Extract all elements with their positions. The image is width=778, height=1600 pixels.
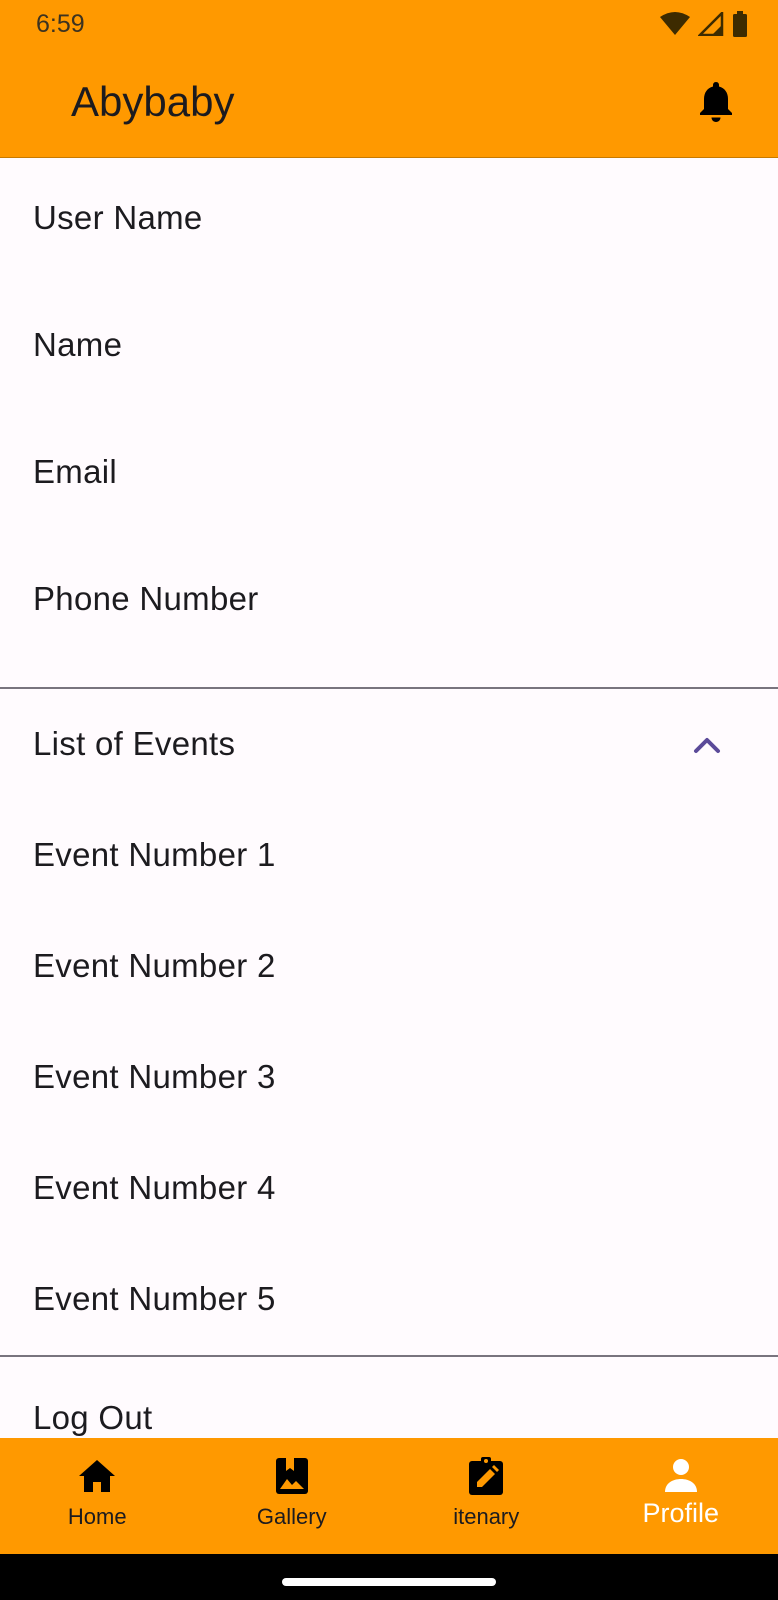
section-divider [0, 1355, 778, 1357]
app-title: Abybaby [71, 78, 235, 125]
nav-itenary-label: itenary [453, 1504, 520, 1529]
battery-icon [733, 11, 747, 37]
signal-icon [698, 12, 724, 36]
nav-home[interactable]: Home [0, 1438, 195, 1554]
status-time: 6:59 [36, 10, 85, 38]
event-item[interactable]: Event Number 3 [33, 1058, 276, 1096]
profile-field-email[interactable]: Email [33, 453, 117, 491]
events-header[interactable]: List of Events [33, 725, 235, 763]
home-gesture-handle[interactable] [282, 1578, 496, 1586]
nav-profile[interactable]: Profile [584, 1438, 778, 1554]
status-bar: 6:59 [0, 0, 778, 48]
system-gesture-bar [0, 1554, 778, 1600]
nav-gallery-label: Gallery [256, 1504, 327, 1529]
profile-field-phone-number[interactable]: Phone Number [33, 580, 259, 618]
event-item[interactable]: Event Number 1 [33, 836, 276, 874]
profile-field-name[interactable]: Name [33, 326, 122, 364]
app-bar: Abybaby [0, 48, 778, 158]
person-icon [664, 1459, 697, 1492]
gallery-icon [275, 1458, 308, 1494]
bottom-navigation: Home Gallery itenary Profile [0, 1438, 778, 1554]
bell-icon[interactable] [696, 80, 736, 124]
status-icons [660, 10, 748, 38]
nav-itenary[interactable]: itenary [389, 1438, 584, 1554]
event-item[interactable]: Event Number 5 [33, 1280, 276, 1318]
nav-gallery[interactable]: Gallery [195, 1438, 390, 1554]
nav-home-label: Home [67, 1504, 127, 1529]
chevron-up-icon[interactable] [690, 728, 724, 762]
edit-clipboard-icon [469, 1457, 504, 1495]
logout-button[interactable]: Log Out [33, 1399, 153, 1437]
profile-field-user-name[interactable]: User Name [33, 199, 203, 237]
home-icon [79, 1460, 116, 1492]
section-divider [0, 687, 778, 689]
nav-profile-label: Profile [642, 1498, 720, 1528]
wifi-icon [660, 12, 690, 35]
event-item[interactable]: Event Number 2 [33, 947, 276, 985]
event-item[interactable]: Event Number 4 [33, 1169, 276, 1207]
